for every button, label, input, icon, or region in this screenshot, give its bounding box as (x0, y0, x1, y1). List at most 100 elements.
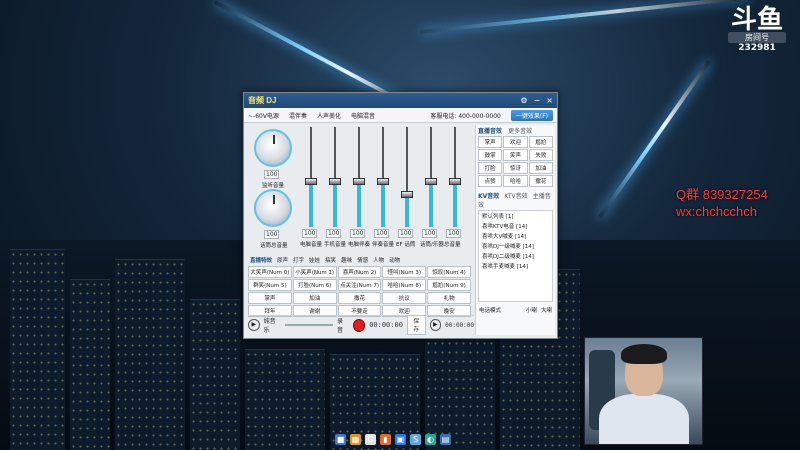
live-effects-title: 直播音效 更多音效 (478, 128, 533, 135)
effect-button[interactable]: 鼓掌 (478, 149, 503, 161)
play-icon[interactable]: ▶ (248, 319, 260, 331)
fx-button[interactable]: 怪叫(Num 3) (382, 266, 427, 278)
channel-label: 电脑伴奏 (348, 242, 371, 248)
fx-button[interactable]: 小笑声(Num 1) (292, 266, 337, 278)
record-button[interactable] (352, 318, 366, 332)
channel-fader[interactable] (304, 127, 318, 227)
one-key-effect-button[interactable]: 一键效果(F) (510, 109, 553, 121)
live-fx-section: 直播特效 原声 打字 娃娃 搞笑 趣味 情感 人物 动物 大笑声(Num 0) 小… (248, 255, 471, 317)
room-number: 232981 (738, 43, 776, 53)
channel-label: EF 话筒 (396, 242, 416, 248)
progress-slider[interactable] (284, 324, 334, 326)
fx-tab[interactable]: 搞笑 (325, 256, 336, 264)
play-time: 00:00:00 (445, 321, 475, 329)
list-item[interactable]: 喜哄KTV电音 [14] (479, 221, 552, 231)
toolbar-item-pc-mix[interactable]: 电脑混音 (351, 111, 375, 120)
effect-button[interactable]: 尴尬 (528, 136, 553, 148)
play2-icon[interactable]: ▶ (429, 319, 442, 331)
fx-tab[interactable]: 娃娃 (309, 256, 320, 264)
small-speaker-button[interactable]: 小喇 (526, 306, 537, 314)
channel-fader[interactable] (424, 127, 438, 227)
effect-button[interactable]: 掌声 (478, 136, 503, 148)
fx-tab[interactable]: 原声 (277, 256, 288, 264)
fx-button[interactable]: 惊叹(Num 4) (427, 266, 471, 278)
fx-tab[interactable]: 打字 (293, 256, 304, 264)
close-icon[interactable]: × (546, 96, 553, 105)
list-item[interactable]: 喜哄DJ二级喊麦 [14] (479, 251, 552, 261)
fx-button[interactable]: 掌声 (248, 292, 292, 304)
master-fader[interactable] (448, 127, 462, 227)
phone-mode-label: 电话模式 (479, 308, 502, 314)
channel-value[interactable]: 100 (302, 229, 318, 238)
minimize-icon[interactable]: − (534, 96, 541, 105)
channel-value[interactable]: 100 (350, 229, 366, 238)
fx-button[interactable]: 尴尬(Num 9) (427, 279, 471, 291)
effect-preset-list: 默认列表 [1] 喜哄KTV电音 [14] 喜哄大V喊麦 [14] 喜哄DJ一级… (478, 210, 553, 302)
monitor-volume-knob[interactable] (254, 129, 292, 167)
fx-button[interactable]: 喜声(Num 2) (337, 266, 382, 278)
tab-ktv[interactable]: KTV音效 (504, 193, 527, 200)
fx-tab[interactable]: 情感 (357, 256, 368, 264)
wechat-text: wx:chchcchch (676, 204, 757, 219)
toolbar-item-power[interactable]: ~-60V电源 (248, 111, 279, 120)
taskbar-app-icon[interactable]: ▣ (395, 433, 406, 445)
channel-value[interactable]: 100 (422, 229, 438, 238)
effect-button[interactable]: 欢迎 (503, 136, 528, 148)
effect-button[interactable]: 哈哈 (503, 175, 528, 187)
fx-tab[interactable]: 动物 (389, 256, 400, 264)
mic-volume-value[interactable]: 100 (264, 230, 280, 239)
taskbar-app-icon[interactable]: ■ (335, 433, 346, 445)
taskbar-app-icon[interactable]: S (410, 433, 421, 445)
fx-button[interactable]: 群笑(Num 5) (248, 279, 292, 291)
taskbar-app-icon[interactable]: ◐ (425, 433, 436, 445)
channel-value[interactable]: 100 (326, 229, 342, 238)
fx-button[interactable]: 撒花 (337, 292, 382, 304)
channel-fader[interactable] (400, 127, 414, 227)
mic-volume-label: 话筒总音量 (260, 243, 288, 249)
effect-button[interactable]: 惊讶 (503, 162, 528, 174)
channel-fader[interactable] (328, 127, 342, 227)
settings-icon[interactable]: ⚙ (520, 96, 527, 105)
channel-value[interactable]: 100 (374, 229, 390, 238)
effect-button[interactable]: 失败 (528, 149, 553, 161)
effect-button[interactable]: 撒花 (528, 175, 553, 187)
fx-button[interactable]: 大笑声(Num 0) (248, 266, 292, 278)
effect-button[interactable]: 加油 (528, 162, 553, 174)
toolbar-item-mix[interactable]: 混伴奏 (289, 111, 307, 120)
channel-value[interactable]: 100 (398, 229, 414, 238)
fx-button-grid: 大笑声(Num 0) 小笑声(Num 1) 喜声(Num 2) 怪叫(Num 3) 惊叹… (248, 266, 471, 317)
effect-button[interactable]: 点赞 (478, 175, 503, 187)
mic-volume-knob[interactable] (254, 189, 292, 227)
audio-dj-window: 音频 DJ ⚙ − × ~-60V电源 混伴奏 人声美化 电脑混音 客服电话: … (243, 92, 558, 339)
save-button[interactable]: 保存 (406, 315, 426, 335)
platform-logo: 斗鱼 房间号 232981 (728, 6, 786, 58)
fx-button[interactable]: 哈哈(Num 8) (382, 279, 427, 291)
fx-tab[interactable]: 趣味 (341, 256, 352, 264)
effect-button[interactable]: 笑声 (503, 149, 528, 161)
channel-label: 话筒/乐器 (420, 242, 444, 248)
effect-button[interactable]: 打脸 (478, 162, 503, 174)
fx-button[interactable]: 抗议 (382, 292, 427, 304)
taskbar-app-icon[interactable]: ▮ (380, 433, 391, 445)
taskbar-app-icon[interactable]: ▤ (440, 433, 451, 445)
channel-fader[interactable] (352, 127, 366, 227)
sound-effects-panel: 直播音效 更多音效 掌声 欢迎 尴尬 鼓掌 笑声 失败 打脸 惊讶 加油 点赞 … (475, 125, 555, 335)
large-speaker-button[interactable]: 大喇 (541, 306, 552, 314)
list-item[interactable]: 喜哄DJ一级喊麦 [14] (479, 241, 552, 251)
toolbar-item-voice[interactable]: 人声美化 (317, 111, 341, 120)
channel-fader[interactable] (376, 127, 390, 227)
taskbar-app-icon[interactable]: ▦ (350, 433, 361, 445)
fx-button[interactable]: 点关注(Num 7) (337, 279, 382, 291)
taskbar-app-icon[interactable]: G (365, 433, 376, 445)
list-item[interactable]: 喜哄手麦喊麦 [14] (479, 261, 552, 271)
monitor-volume-value[interactable]: 100 (264, 170, 280, 179)
qq-group-text: Q群 839327254 (676, 187, 768, 202)
monitor-volume-label: 监听音量 (262, 183, 285, 189)
fx-button[interactable]: 加油 (292, 292, 337, 304)
channel-value[interactable]: 100 (446, 229, 462, 238)
fx-button[interactable]: 打脸(Num 6) (292, 279, 337, 291)
fx-button[interactable]: 礼物 (427, 292, 471, 304)
list-item[interactable]: 默认列表 [1] (479, 211, 552, 221)
list-item[interactable]: 喜哄大V喊麦 [14] (479, 231, 552, 241)
fx-tab[interactable]: 人物 (373, 256, 384, 264)
